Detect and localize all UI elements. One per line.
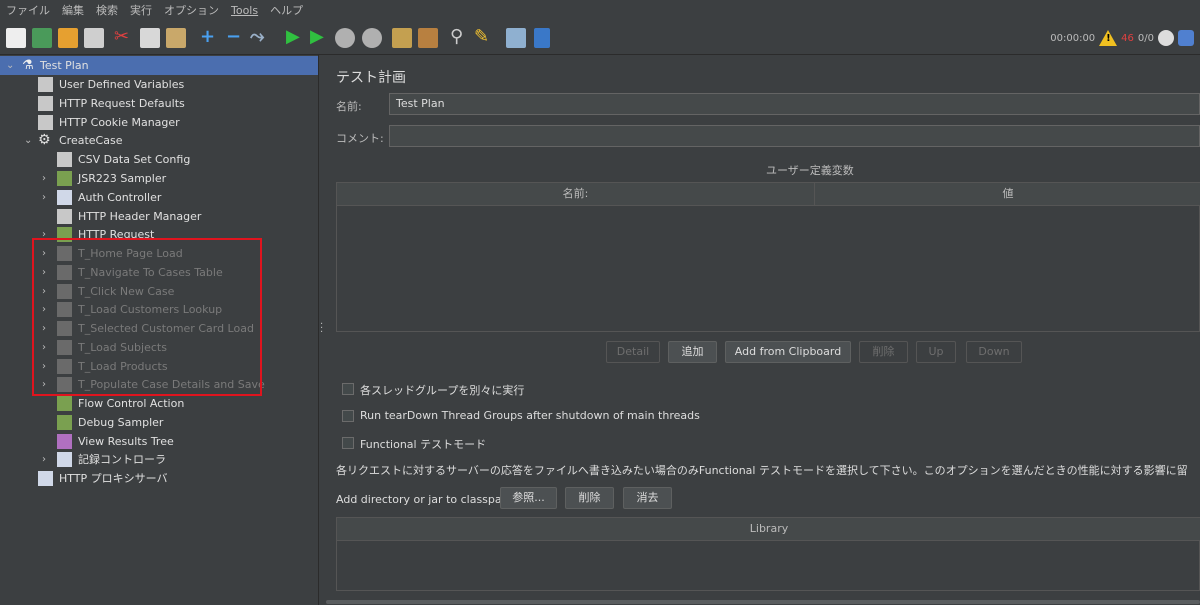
gear-icon: ⚙ — [38, 132, 51, 148]
proxy-icon — [38, 471, 53, 486]
functional-mode-label: Functional テストモード — [360, 438, 487, 451]
copy-icon[interactable] — [140, 28, 160, 48]
menu-search[interactable]: 検索 — [90, 0, 124, 22]
thread-count: 0/0 — [1137, 32, 1154, 44]
browse-button[interactable]: 参照... — [500, 487, 557, 509]
sampler-icon — [57, 171, 72, 186]
listener-icon — [57, 434, 72, 449]
up-button[interactable]: Up — [916, 341, 956, 363]
clear-all-icon[interactable] — [418, 28, 438, 48]
reset-search-icon[interactable]: ✎ — [474, 27, 489, 47]
chevron-right-icon[interactable]: › — [42, 188, 46, 207]
config-icon — [38, 115, 53, 130]
tree-item-test-plan[interactable]: ⌄ ⚗ Test Plan — [0, 56, 318, 75]
function-helper-icon[interactable] — [506, 28, 526, 48]
save-icon[interactable] — [84, 28, 104, 48]
functional-mode-checkbox[interactable] — [342, 437, 354, 449]
menu-bar: ファイル 編集 検索 実行 オプション Tools ヘルプ — [0, 0, 1200, 22]
menu-tools[interactable]: Tools — [225, 0, 264, 22]
classpath-delete-button[interactable]: 削除 — [565, 487, 614, 509]
status-area: 00:00:00 ! 46 0/0 — [1050, 22, 1200, 54]
run-separately-label: 各スレッドグループを別々に実行 — [360, 384, 525, 397]
config-icon — [38, 96, 53, 111]
menu-run[interactable]: 実行 — [124, 0, 158, 22]
toolbar: ✂ + − ⤳ ▶ ▶ ⚲ ✎ — [0, 22, 1200, 55]
controller-icon — [57, 452, 72, 467]
elapsed-time: 00:00:00 — [1050, 32, 1096, 44]
open-icon[interactable] — [58, 28, 78, 48]
highlight-box — [32, 238, 262, 396]
splitter-grip-icon[interactable]: · · · — [320, 320, 323, 338]
collapse-icon[interactable]: − — [226, 27, 241, 47]
sampler-icon — [57, 396, 72, 411]
chevron-down-icon[interactable]: ⌄ — [6, 56, 14, 75]
clear-icon[interactable] — [392, 28, 412, 48]
chevron-right-icon[interactable]: › — [42, 450, 46, 469]
config-icon — [57, 152, 72, 167]
add-from-clipboard-button[interactable]: Add from Clipboard — [725, 341, 851, 363]
library-col[interactable]: Library — [337, 518, 1200, 541]
horizontal-scrollbar[interactable] — [326, 599, 1200, 605]
udv-section-title: ユーザー定義変数 — [766, 164, 854, 177]
remote-icon[interactable] — [1158, 30, 1174, 46]
menu-help[interactable]: ヘルプ — [264, 0, 309, 22]
udv-col-value[interactable]: 値 — [815, 183, 1200, 206]
teardown-checkbox[interactable] — [342, 410, 354, 422]
library-table[interactable]: Library — [336, 517, 1200, 591]
chevron-right-icon[interactable]: › — [42, 169, 46, 188]
new-icon[interactable] — [6, 28, 26, 48]
toggle-icon[interactable]: ⤳ — [250, 27, 264, 47]
menu-options[interactable]: オプション — [158, 0, 225, 22]
help-icon[interactable] — [534, 28, 550, 48]
test-plan-icon: ⚗ — [22, 58, 34, 73]
page-title: テスト計画 — [336, 70, 406, 86]
functional-mode-description: 各リクエストに対するサーバーの応答をファイルへ書き込みたい場合のみFunctio… — [336, 464, 1188, 477]
scrollbar-thumb[interactable] — [326, 600, 1200, 604]
comment-field[interactable] — [389, 125, 1200, 147]
start-no-pause-icon[interactable]: ▶ — [310, 27, 324, 47]
sampler-icon — [57, 415, 72, 430]
classpath-clear-button[interactable]: 消去 — [623, 487, 672, 509]
delete-button[interactable]: 削除 — [859, 341, 908, 363]
down-button[interactable]: Down — [966, 341, 1022, 363]
expand-icon[interactable]: + — [200, 27, 215, 47]
shutdown-icon[interactable] — [362, 28, 382, 48]
run-separately-checkbox[interactable] — [342, 383, 354, 395]
classpath-label: Add directory or jar to classpath — [336, 493, 513, 506]
config-icon — [57, 209, 72, 224]
detail-button[interactable]: Detail — [606, 341, 660, 363]
controller-icon — [57, 190, 72, 205]
name-label: 名前: — [336, 100, 362, 113]
test-plan-panel: テスト計画 名前: Test Plan コメント: ユーザー定義変数 名前: 値… — [326, 55, 1200, 605]
name-field[interactable]: Test Plan — [389, 93, 1200, 115]
warning-count: 46 — [1121, 32, 1134, 44]
menu-edit[interactable]: 編集 — [56, 0, 90, 22]
chevron-down-icon[interactable]: ⌄ — [24, 131, 32, 150]
warning-icon[interactable]: ! — [1099, 30, 1118, 46]
udv-table[interactable]: 名前: 値 — [336, 182, 1200, 332]
log-icon[interactable] — [1178, 30, 1194, 46]
cut-icon[interactable]: ✂ — [114, 27, 129, 47]
paste-icon[interactable] — [166, 28, 186, 48]
templates-icon[interactable] — [32, 28, 52, 48]
comment-label: コメント: — [336, 132, 384, 145]
teardown-label: Run tearDown Thread Groups after shutdow… — [360, 409, 700, 422]
config-icon — [38, 77, 53, 92]
start-icon[interactable]: ▶ — [286, 27, 300, 47]
menu-file[interactable]: ファイル — [0, 0, 56, 22]
stop-icon[interactable] — [335, 28, 355, 48]
udv-col-name[interactable]: 名前: — [337, 183, 815, 206]
add-button[interactable]: 追加 — [668, 341, 717, 363]
search-icon[interactable]: ⚲ — [450, 27, 463, 47]
